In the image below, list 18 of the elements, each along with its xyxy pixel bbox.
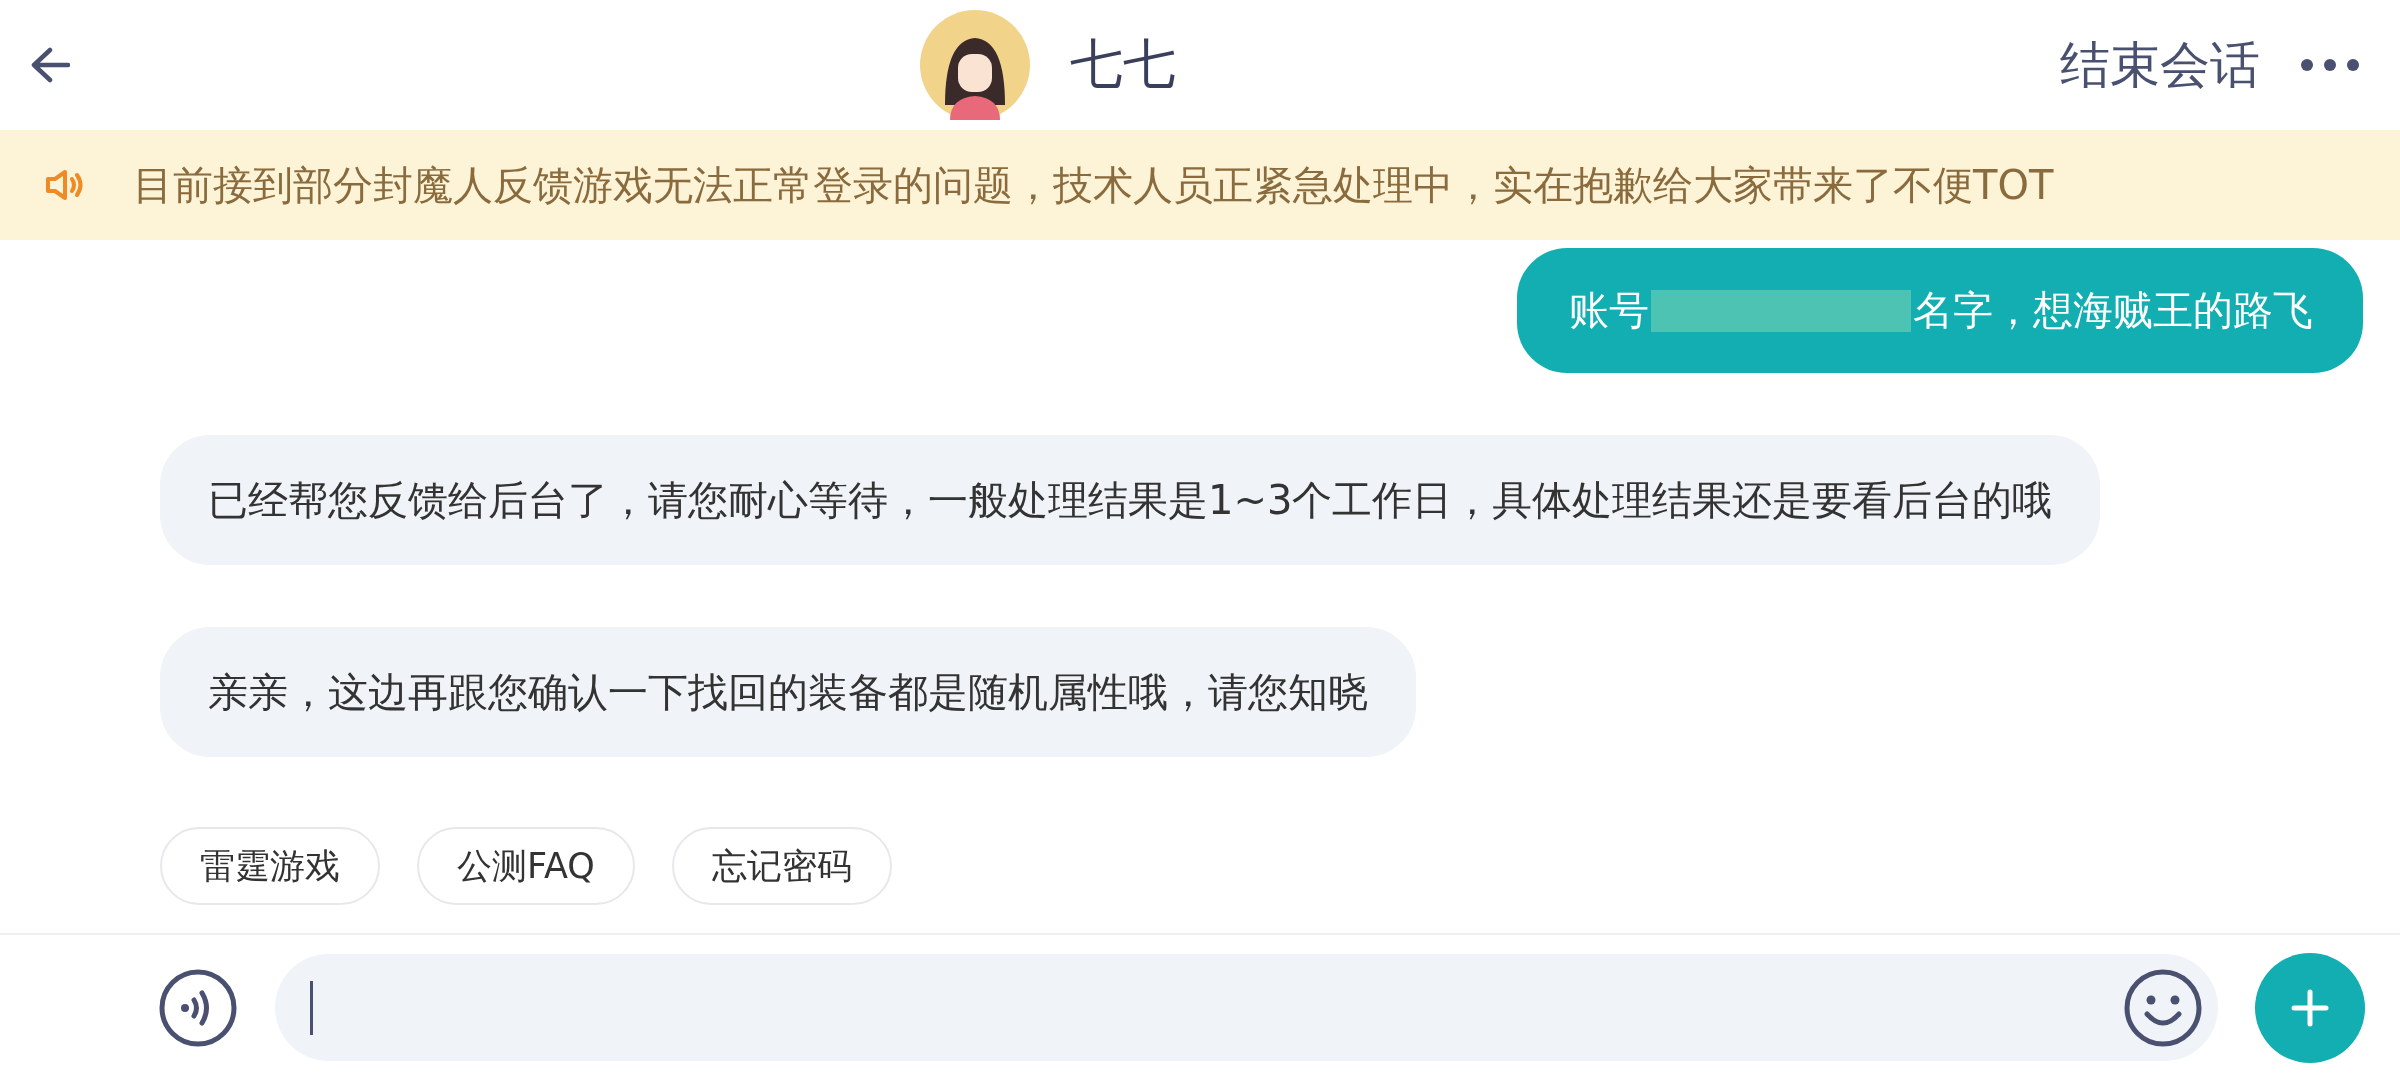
voice-icon[interactable] xyxy=(158,967,238,1048)
quick-reply-chip[interactable]: 公测FAQ xyxy=(417,827,635,905)
end-session-button[interactable]: 结束会话 xyxy=(2060,31,2260,99)
more-icon[interactable] xyxy=(2300,58,2360,72)
message-text: 已经帮您反馈给后台了，请您耐心等待，一般处理结果是1~3个工作日，具体处理结果还是要看后台的哦 xyxy=(208,475,2053,525)
emoji-icon[interactable] xyxy=(2123,967,2203,1048)
text-cursor xyxy=(310,980,313,1035)
message-text: 名字，想海贼王的路飞 xyxy=(1913,286,2313,335)
speaker-icon xyxy=(45,169,85,201)
back-icon[interactable] xyxy=(30,47,70,83)
quick-reply-chip[interactable]: 雷霆游戏 xyxy=(160,827,380,905)
message-text: 亲亲，这边再跟您确认一下找回的装备都是随机属性哦，请您知晓 xyxy=(208,667,1368,717)
notice-text: 目前接到部分封魔人反馈游戏无法正常登录的问题，技术人员正紧急处理中，实在抱歉给大家带来了不便TOT xyxy=(133,160,2054,210)
avatar-icon xyxy=(920,10,1030,120)
quick-reply-chip[interactable]: 忘记密码 xyxy=(671,827,892,905)
plus-icon xyxy=(2290,987,2330,1028)
message-text: 账号 xyxy=(1569,286,1649,335)
contact-name: 七七 xyxy=(1070,32,1176,96)
